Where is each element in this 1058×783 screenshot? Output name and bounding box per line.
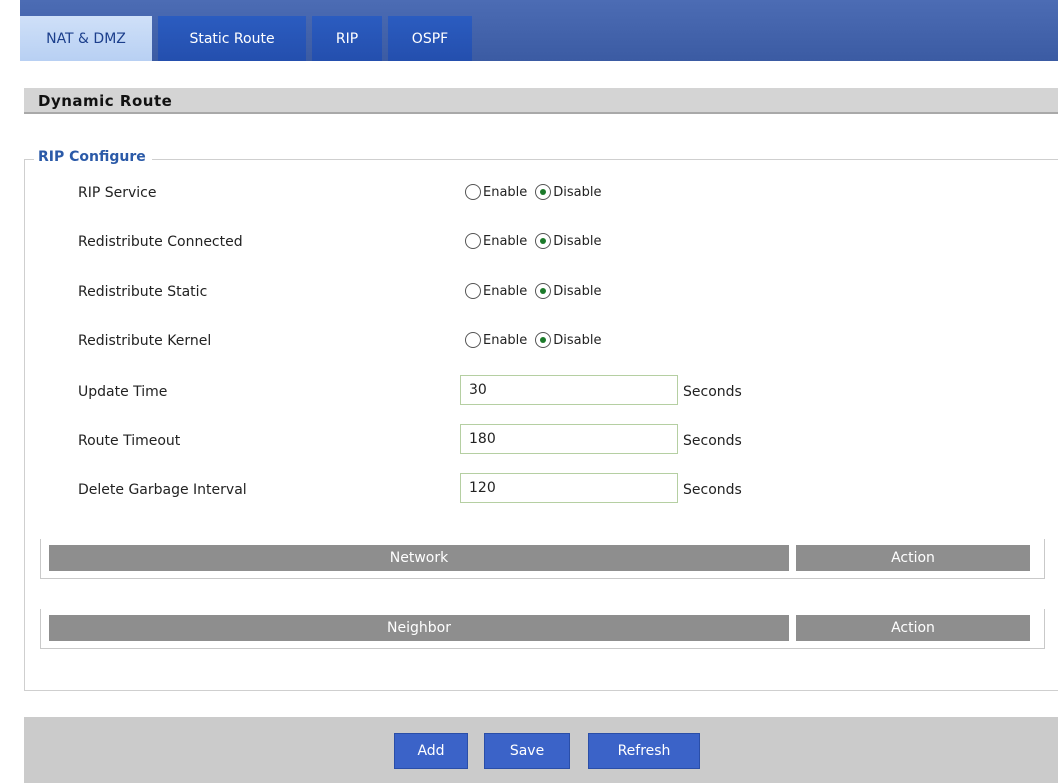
network-column-header: Network — [49, 545, 789, 571]
neighbor-table: Neighbor Action — [40, 609, 1045, 649]
delete-garbage-interval-unit: Seconds — [683, 482, 742, 498]
neighbor-action-column-header: Action — [796, 615, 1030, 641]
tab-bar: NAT & DMZ Static Route RIP OSPF — [0, 0, 1058, 61]
tab-nat-dmz[interactable]: NAT & DMZ — [20, 16, 152, 61]
disable-label: Disable — [553, 283, 602, 299]
delete-garbage-interval-label: Delete Garbage Interval — [78, 482, 247, 498]
redistribute-connected-enable-radio[interactable] — [465, 233, 481, 249]
rip-service-enable-radio[interactable] — [465, 184, 481, 200]
delete-garbage-interval-input[interactable]: 120 — [460, 473, 678, 503]
disable-label: Disable — [553, 233, 602, 249]
fieldset-legend: RIP Configure — [34, 149, 152, 165]
redistribute-kernel-enable-radio[interactable] — [465, 332, 481, 348]
tab-static-route[interactable]: Static Route — [158, 16, 306, 61]
update-time-input[interactable]: 30 — [460, 375, 678, 405]
save-button[interactable]: Save — [484, 733, 570, 769]
route-timeout-label: Route Timeout — [78, 433, 181, 449]
enable-label: Enable — [483, 184, 528, 200]
disable-label: Disable — [553, 332, 602, 348]
redistribute-kernel-radio-group: Enable Disable — [465, 332, 610, 348]
redistribute-static-label: Redistribute Static — [78, 284, 208, 300]
enable-label: Enable — [483, 332, 528, 348]
enable-label: Enable — [483, 283, 528, 299]
tab-rip[interactable]: RIP — [312, 16, 382, 61]
rip-service-label: RIP Service — [78, 185, 157, 201]
redistribute-connected-label: Redistribute Connected — [78, 234, 243, 250]
redistribute-static-radio-group: Enable Disable — [465, 283, 610, 299]
neighbor-column-header: Neighbor — [49, 615, 789, 641]
disable-label: Disable — [553, 184, 602, 200]
rip-service-radio-group: Enable Disable — [465, 184, 610, 200]
redistribute-connected-disable-radio[interactable] — [535, 233, 552, 249]
route-timeout-input[interactable]: 180 — [460, 424, 678, 454]
redistribute-static-disable-radio[interactable] — [535, 283, 552, 299]
refresh-button[interactable]: Refresh — [588, 733, 700, 769]
redistribute-static-enable-radio[interactable] — [465, 283, 481, 299]
update-time-label: Update Time — [78, 384, 168, 400]
tab-ospf[interactable]: OSPF — [388, 16, 472, 61]
network-table: Network Action — [40, 539, 1045, 579]
redistribute-connected-radio-group: Enable Disable — [465, 233, 610, 249]
update-time-unit: Seconds — [683, 384, 742, 400]
rip-service-disable-radio[interactable] — [535, 184, 552, 200]
enable-label: Enable — [483, 233, 528, 249]
network-action-column-header: Action — [796, 545, 1030, 571]
redistribute-kernel-disable-radio[interactable] — [535, 332, 552, 348]
add-button[interactable]: Add — [394, 733, 468, 769]
section-title: Dynamic Route — [24, 88, 1058, 114]
route-timeout-unit: Seconds — [683, 433, 742, 449]
redistribute-kernel-label: Redistribute Kernel — [78, 333, 212, 349]
